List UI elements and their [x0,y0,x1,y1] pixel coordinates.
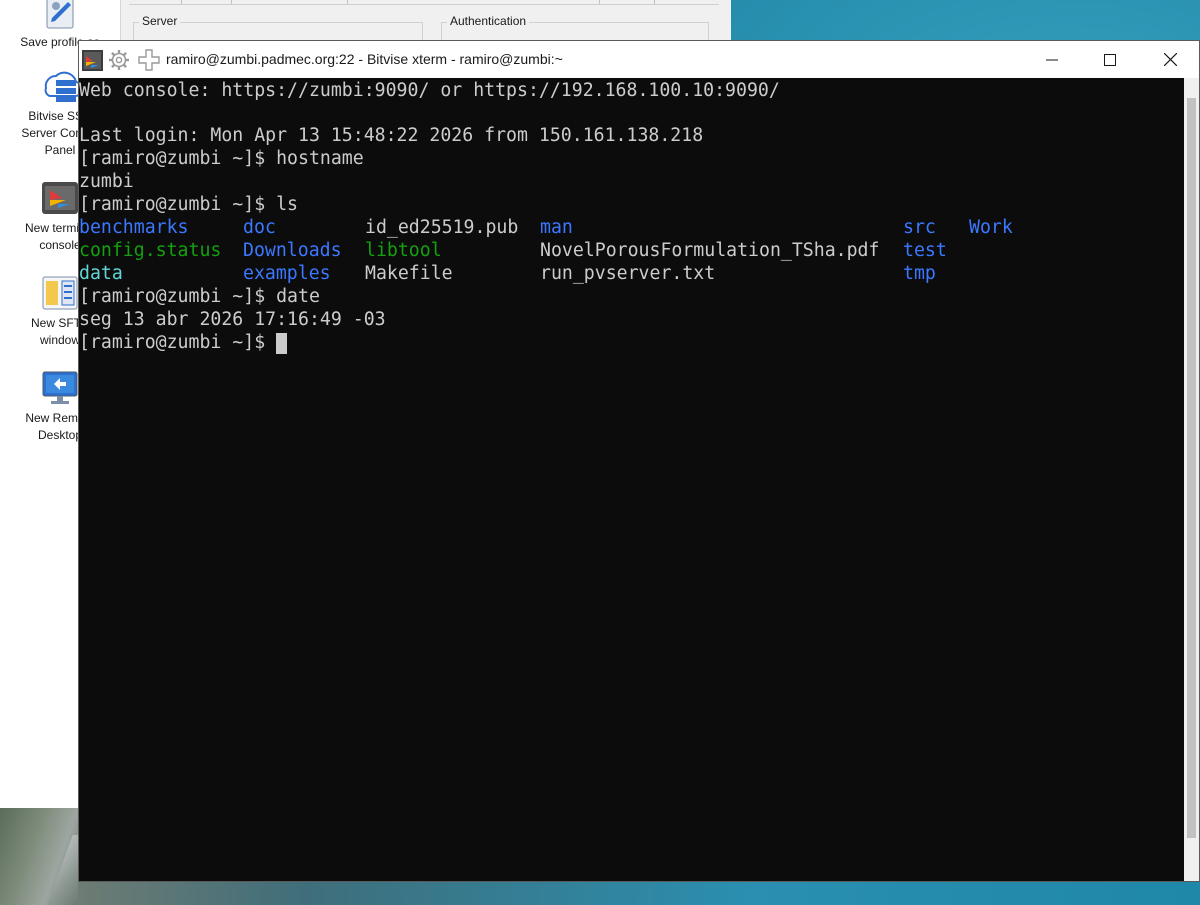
terminal-line-prompt: [ramiro@zumbi ~]$ [79,332,277,353]
desktop-wallpaper-strip [78,882,1200,905]
terminal-output-area[interactable]: Web console: https://zumbi:9090/ or http… [79,78,1184,881]
terminal-cursor [276,333,287,354]
maximize-icon [1104,53,1116,66]
plus-icon[interactable] [138,49,160,71]
tab-divider [599,0,600,5]
terminal-line-cmd-date: [ramiro@zumbi ~]$ date [79,286,320,307]
ls-entry: benchmarks [79,217,189,238]
ls-entry: tmp [903,263,936,284]
save-profile-icon [46,0,74,29]
server-group-label: Server [139,14,181,28]
minimize-icon [1046,59,1058,60]
xterm-window[interactable]: ramiro@zumbi.padmec.org:22 - Bitvise xte… [78,40,1200,882]
xterm-titlebar[interactable]: ramiro@zumbi.padmec.org:22 - Bitvise xte… [79,41,1199,78]
terminal-line-last-login: Last login: Mon Apr 13 15:48:22 2026 fro… [79,125,704,146]
ls-entry: Makefile [365,263,453,284]
ls-entry: Downloads [243,240,342,261]
ls-entry: id_ed25519.pub [365,217,519,238]
ls-entry: libtool [365,240,442,261]
client-tab-strip [129,0,719,5]
tab-divider [181,0,182,5]
ls-entry: NovelPorousFormulation_TSha.pdf [540,240,880,261]
tab-divider [231,0,232,5]
tab-divider [347,0,348,5]
minimize-button[interactable] [1023,41,1081,78]
ls-entry: doc [243,217,276,238]
close-button[interactable] [1141,41,1199,78]
sftp-icon [42,276,78,310]
ls-entry: data [79,263,123,284]
ls-entry: Work [969,217,1013,238]
server-control-icon [44,71,80,102]
ls-entry: test [903,240,947,261]
terminal-line-out-hostname: zumbi [79,171,134,192]
terminal-scrollbar[interactable] [1184,78,1199,881]
xterm-window-title: ramiro@zumbi.padmec.org:22 - Bitvise xte… [166,51,563,67]
ls-entry: config.status [79,240,222,261]
auth-group-label: Authentication [447,14,530,28]
ls-entry: src [903,217,936,238]
close-icon [1163,53,1177,66]
gear-icon[interactable] [108,49,130,71]
terminal-line-cmd-hostname: [ramiro@zumbi ~]$ hostname [79,148,364,169]
ls-entry: man [540,217,573,238]
terminal-line-cmd-ls: [ramiro@zumbi ~]$ ls [79,194,298,215]
ls-entry: examples [243,263,331,284]
maximize-button[interactable] [1081,41,1139,78]
ls-entry: run_pvserver.txt [540,263,716,284]
terminal-line-out-date: seg 13 abr 2026 17:16:49 -03 [79,309,386,330]
scrollbar-thumb[interactable] [1187,98,1196,838]
terminal-icon [42,182,78,214]
bitvise-xterm-app-icon[interactable] [82,50,103,71]
terminal-line-web-console: Web console: https://zumbi:9090/ or http… [79,80,780,101]
tab-divider [654,0,655,5]
remote-desktop-icon [42,371,78,404]
